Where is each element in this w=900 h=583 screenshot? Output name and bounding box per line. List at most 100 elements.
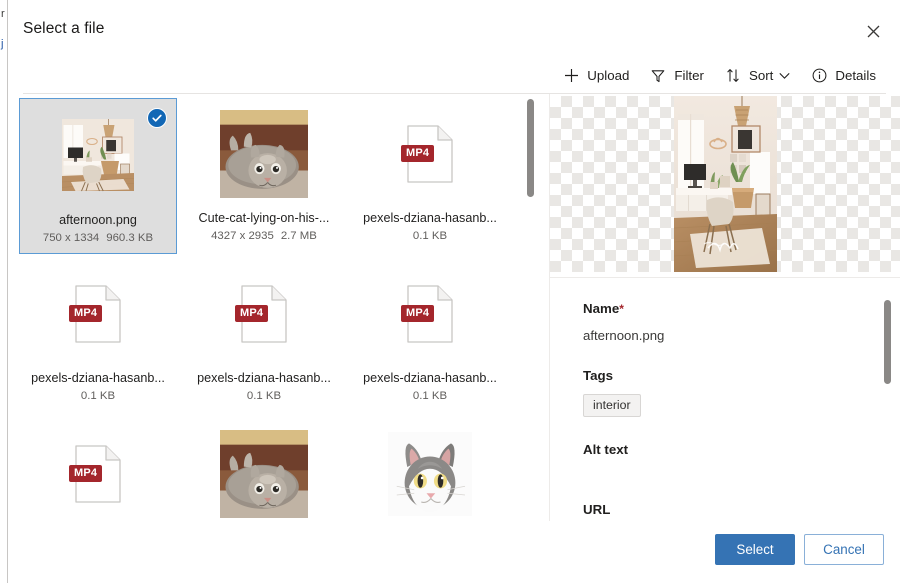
file-name: pexels-dziana-hasanb...	[188, 371, 340, 386]
field-spacer	[583, 345, 873, 367]
command-bar: Upload Filter Sort	[9, 58, 900, 93]
file-meta: 750 x 1334 960.3 KB	[22, 231, 174, 246]
file-meta: 0.1 KB	[354, 229, 506, 244]
chevron-down-icon	[779, 72, 790, 80]
file-thumbnail: MP4	[19, 259, 177, 369]
sort-button[interactable]: Sort	[716, 61, 798, 91]
file-card[interactable]: MP4 pexels-dziana-hasanb... 0.1 KB	[351, 258, 509, 414]
file-thumbnail: MP4	[351, 99, 509, 209]
details-pane: Name* afternoon.png Tags interior Alt text UR…	[550, 94, 900, 521]
file-grid: afternoon.png 750 x 1334 960.3 KB Cute-cat…	[9, 94, 531, 521]
mp4-file-icon: MP4	[241, 285, 287, 343]
file-dimensions: 750 x 1334	[43, 232, 99, 244]
file-grid-pane: afternoon.png 750 x 1334 960.3 KB Cute-cat…	[9, 94, 543, 521]
detail-field-label-text: URL	[583, 502, 610, 517]
detail-field: Alt text	[583, 441, 873, 459]
details-scrollbar[interactable]	[884, 94, 891, 521]
file-extension-badge: MP4	[235, 305, 268, 322]
detail-field-value[interactable]: afternoon.png	[583, 327, 873, 345]
file-card[interactable]	[351, 418, 509, 521]
tag-chip[interactable]: interior	[583, 394, 641, 417]
background-text-fragment-top: r	[1, 8, 5, 20]
details-scrollbar-thumb[interactable]	[884, 300, 891, 384]
upload-button-label: Upload	[587, 68, 629, 83]
file-meta: 0.1 KB	[22, 389, 174, 404]
detail-field-label-text: Name	[583, 301, 619, 316]
tag-chip-row: interior	[583, 385, 873, 417]
detail-field-label: Tags	[583, 367, 873, 385]
file-extension-badge: MP4	[69, 305, 102, 322]
dialog-footer: Select Cancel	[9, 521, 900, 583]
filter-button[interactable]: Filter	[641, 61, 712, 91]
detail-field: Name* afternoon.png	[583, 300, 873, 345]
file-thumbnail: MP4	[19, 419, 177, 521]
file-card[interactable]: MP4 pexels-dziana-hasanb... 0.1 KB	[19, 258, 177, 414]
file-card[interactable]: afternoon.png 750 x 1334 960.3 KB	[19, 98, 177, 254]
file-grid-scrollbar[interactable]	[527, 99, 534, 521]
file-thumbnail	[185, 99, 343, 209]
detail-field-label-text: Alt text	[583, 442, 628, 457]
details-fields: Name* afternoon.png Tags interior Alt text UR…	[583, 300, 873, 519]
file-name: afternoon.png	[22, 213, 174, 228]
file-thumbnail: MP4	[351, 259, 509, 369]
file-name: pexels-dziana-hasanb...	[354, 371, 506, 386]
file-card[interactable]	[185, 418, 343, 521]
info-circle-icon	[810, 67, 828, 85]
field-spacer	[583, 459, 873, 501]
mp4-file-icon: MP4	[75, 445, 121, 503]
close-icon[interactable]	[856, 14, 890, 48]
file-extension-badge: MP4	[401, 305, 434, 322]
file-extension-badge: MP4	[401, 145, 434, 162]
file-name: pexels-dziana-hasanb...	[22, 371, 174, 386]
preview-image-interior-room	[674, 96, 777, 272]
mp4-file-icon: MP4	[407, 125, 453, 183]
file-name: pexels-dziana-hasanb...	[354, 211, 506, 226]
file-size: 0.1 KB	[413, 390, 447, 402]
file-extension-badge: MP4	[69, 465, 102, 482]
mp4-file-icon: MP4	[407, 285, 453, 343]
file-card[interactable]: MP4	[19, 418, 177, 521]
file-card[interactable]: MP4 pexels-dziana-hasanb... 0.1 KB	[351, 98, 509, 254]
file-size: 960.3 KB	[106, 232, 153, 244]
file-meta: 0.1 KB	[188, 389, 340, 404]
cancel-button[interactable]: Cancel	[804, 534, 884, 565]
file-meta: 4327 x 2935 2.7 MB	[188, 229, 340, 244]
file-thumbnail	[351, 419, 509, 521]
select-button[interactable]: Select	[715, 534, 795, 565]
dialog-header: Select a file	[9, 0, 900, 58]
file-size: 0.1 KB	[247, 390, 281, 402]
plus-icon	[562, 67, 580, 85]
file-card[interactable]: MP4 pexels-dziana-hasanb... 0.1 KB	[185, 258, 343, 414]
file-dimensions: 4327 x 2935	[211, 230, 274, 242]
file-size: 0.1 KB	[413, 230, 447, 242]
sort-button-label: Sort	[749, 68, 773, 83]
details-button-label: Details	[835, 68, 876, 83]
dialog-body: afternoon.png 750 x 1334 960.3 KB Cute-cat…	[9, 94, 900, 521]
details-button[interactable]: Details	[802, 61, 884, 91]
footer-button-row: Select Cancel	[715, 534, 884, 565]
mp4-file-icon: MP4	[75, 285, 121, 343]
sort-arrows-icon	[724, 67, 742, 85]
detail-field: Tags interior	[583, 367, 873, 417]
preview-divider	[550, 277, 900, 278]
detail-field-label-text: Tags	[583, 368, 613, 383]
background-link-fragment: j	[1, 38, 3, 50]
detail-field-label: Name*	[583, 300, 873, 318]
file-preview	[550, 96, 900, 272]
required-asterisk-icon: *	[619, 302, 624, 316]
background-page-strip: r j	[0, 0, 8, 583]
funnel-icon	[649, 67, 667, 85]
detail-field-label: Alt text	[583, 441, 873, 459]
file-thumbnail: MP4	[185, 259, 343, 369]
file-size: 0.1 KB	[81, 390, 115, 402]
file-card[interactable]: Cute-cat-lying-on-his-... 4327 x 2935 2.7 …	[185, 98, 343, 254]
file-thumbnail	[185, 419, 343, 521]
upload-button[interactable]: Upload	[554, 61, 637, 91]
file-name: Cute-cat-lying-on-his-...	[188, 211, 340, 226]
dialog-title: Select a file	[23, 20, 104, 38]
file-size: 2.7 MB	[281, 230, 317, 242]
file-meta: 0.1 KB	[354, 389, 506, 404]
detail-field-label: URL	[583, 501, 873, 519]
filter-button-label: Filter	[674, 68, 704, 83]
file-grid-scrollbar-thumb[interactable]	[527, 99, 534, 197]
